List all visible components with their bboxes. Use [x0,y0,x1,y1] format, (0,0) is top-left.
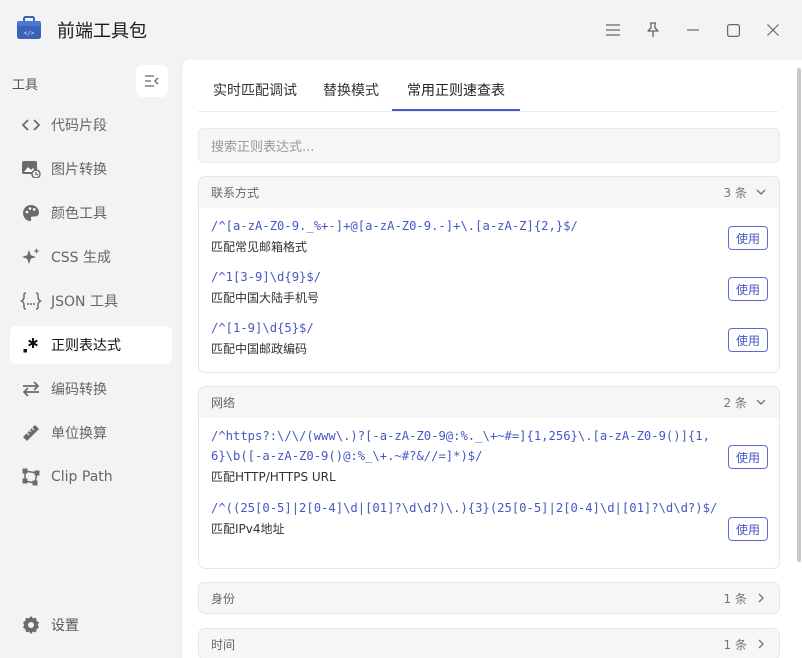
code-icon [20,114,42,136]
list-item: /^1[3-9]\d{9}$/ 匹配中国大陆手机号 使用 [199,259,779,310]
group-title: 网络 [211,396,236,410]
sidebar-item-label: Clip Path [51,469,113,485]
app-title: 前端工具包 [57,21,147,42]
image-icon [20,158,42,180]
group-time[interactable]: 时间 1 条 [198,628,780,658]
sidebar-item-css-generator[interactable]: CSS 生成 [10,238,172,276]
regex-description: 匹配IPv4地址 [211,522,285,536]
list-item: /^[a-zA-Z0-9._%+-]+@[a-zA-Z0-9.-]+\.[a-z… [199,208,779,259]
sidebar-item-color-tools[interactable]: 颜色工具 [10,194,172,232]
list-item: /^((25[0-5]|2[0-4]\d|[01]?\d\d?)\.){3}(2… [199,490,779,562]
chevron-right-icon [758,639,764,649]
menu-icon[interactable] [601,18,625,42]
chevron-right-icon [758,593,764,603]
regex-pattern: /^[a-zA-Z0-9._%+-]+@[a-zA-Z0-9.-]+\.[a-z… [211,219,578,233]
title-bar: </> 前端工具包 [0,0,802,60]
group-header[interactable]: 时间 1 条 [199,629,779,658]
regex-description: 匹配中国大陆手机号 [211,291,320,305]
maximize-icon[interactable] [721,18,745,42]
group-count: 2 条 [723,396,747,410]
json-braces-icon [20,290,42,312]
use-button[interactable]: 使用 [728,445,768,469]
use-button[interactable]: 使用 [728,226,768,250]
group-header[interactable]: 联系方式 3 条 [199,177,779,208]
regex-description: 匹配HTTP/HTTPS URL [211,470,336,484]
sidebar-item-label: 图片转换 [51,162,107,178]
use-button[interactable]: 使用 [728,517,768,541]
list-item: /^https?:\/\/(www\.)?[-a-zA-Z0-9@:%._\+~… [199,418,779,490]
search-input[interactable]: 搜索正则表达式... [198,128,780,163]
group-count: 1 条 [723,637,747,652]
toolbox-icon: </> [16,16,42,40]
list-item: /^[1-9]\d{5}$/ 匹配中国邮政编码 使用 [199,310,779,361]
group-header[interactable]: 身份 1 条 [199,583,779,613]
sidebar-item-settings[interactable]: 设置 [10,606,79,644]
sparkle-icon [20,246,42,268]
sidebar-item-code-snippets[interactable]: 代码片段 [10,106,172,144]
regex-description: 匹配常见邮箱格式 [211,240,308,254]
pin-icon[interactable] [641,18,665,42]
regex-description: 匹配中国邮政编码 [211,342,308,356]
chevron-down-icon [756,399,766,405]
minimize-icon[interactable] [681,18,705,42]
collapse-sidebar-button[interactable] [136,65,168,97]
group-header[interactable]: 网络 2 条 [199,387,779,418]
sidebar-item-json-tools[interactable]: JSON 工具 [10,282,172,320]
group-identity[interactable]: 身份 1 条 [198,582,780,614]
regex-pattern: /^1[3-9]\d{9}$/ [211,270,322,284]
svg-text:</>: </> [24,30,35,37]
group-count: 1 条 [723,591,747,606]
sidebar: 工具 代码片段 图片转换 颜色工具 CSS 生成 JSON 工具 正则表达式 编… [0,60,181,658]
sidebar-item-unit-convert[interactable]: 单位换算 [10,414,172,452]
group-title: 联系方式 [211,186,260,200]
swap-arrows-icon [20,378,42,400]
sidebar-item-label: 代码片段 [51,118,107,134]
sidebar-item-encoding[interactable]: 编码转换 [10,370,172,408]
tab-replace-mode[interactable]: 替换模式 [308,72,394,111]
group-count: 3 条 [723,186,747,200]
chevron-down-icon [756,189,766,195]
sidebar-item-label: 正则表达式 [51,338,121,354]
tab-live-match-debug[interactable]: 实时匹配调试 [198,72,312,111]
group-title: 时间 [211,637,236,652]
clip-path-icon [20,466,42,488]
regex-icon [20,334,42,356]
group-contact: 联系方式 3 条 /^[a-zA-Z0-9._%+-]+@[a-zA-Z0-9.… [198,176,780,373]
sidebar-item-label: 单位换算 [51,426,107,442]
settings-label: 设置 [51,618,79,634]
sidebar-heading: 工具 [12,78,39,93]
sidebar-item-label: 颜色工具 [51,206,107,222]
sidebar-item-image-convert[interactable]: 图片转换 [10,150,172,188]
ruler-icon [20,422,42,444]
sidebar-item-label: JSON 工具 [51,294,118,310]
scrollbar-thumb[interactable] [797,68,801,562]
regex-pattern: /^[1-9]\d{5}$/ [211,321,314,335]
tab-bar: 实时匹配调试 替换模式 常用正则速查表 [198,72,778,112]
sidebar-item-label: 编码转换 [51,382,107,398]
main-panel: 实时匹配调试 替换模式 常用正则速查表 搜索正则表达式... 联系方式 3 条 … [181,60,802,658]
gear-icon [20,614,42,636]
collapse-icon [145,75,159,87]
regex-pattern: /^((25[0-5]|2[0-4]\d|[01]?\d\d?)\.){3}(2… [211,501,718,515]
palette-icon [20,202,42,224]
close-icon[interactable] [761,18,785,42]
sidebar-item-regex[interactable]: 正则表达式 [10,326,172,364]
scrollbar[interactable] [796,64,802,658]
group-network: 网络 2 条 /^https?:\/\/(www\.)?[-a-zA-Z0-9@… [198,386,780,569]
regex-pattern: /^https?:\/\/(www\.)?[-a-zA-Z0-9@:%._\+~… [211,429,710,463]
sidebar-item-label: CSS 生成 [51,250,111,266]
use-button[interactable]: 使用 [728,328,768,352]
sidebar-item-clip-path[interactable]: Clip Path [10,458,172,496]
use-button[interactable]: 使用 [728,277,768,301]
group-title: 身份 [211,591,236,606]
tab-regex-cheatsheet[interactable]: 常用正则速查表 [392,72,520,111]
